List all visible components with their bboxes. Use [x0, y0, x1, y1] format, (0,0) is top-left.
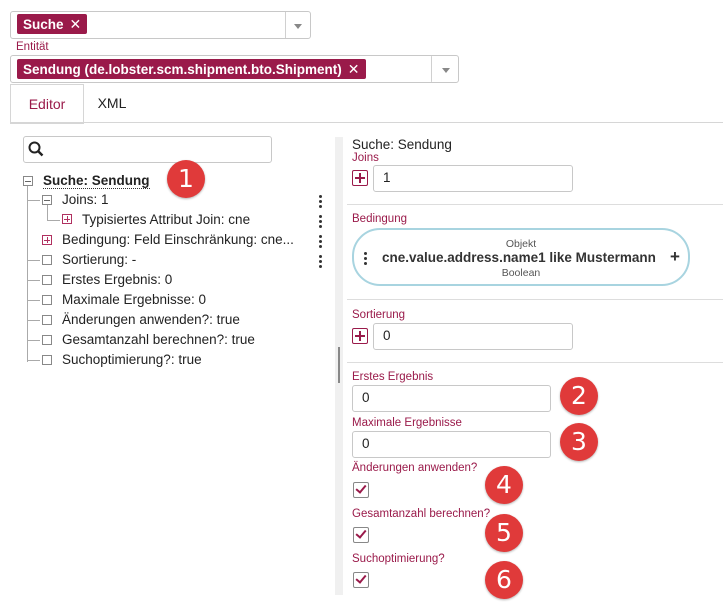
max-results-label: Maximale Ergebnisse	[352, 417, 462, 429]
count-total-checkbox[interactable]	[353, 527, 369, 543]
search-opt-label: Suchoptimierung?	[352, 553, 445, 565]
condition-result-type: Boolean	[501, 267, 541, 279]
max-results-field[interactable]: 0	[352, 431, 551, 458]
expand-icon[interactable]	[62, 214, 72, 224]
leaf-icon	[42, 315, 52, 325]
leaf-icon	[42, 275, 52, 285]
tree-item-joins[interactable]: Joins: 1	[62, 192, 109, 207]
joins-label: Joins	[352, 152, 379, 164]
expand-icon[interactable]	[42, 235, 52, 245]
add-condition-icon[interactable]: +	[670, 247, 680, 267]
tree-line	[27, 186, 28, 362]
tree-line	[28, 200, 40, 201]
tree-item-typed-join[interactable]: Typisiertes Attribut Join: cne	[82, 212, 250, 227]
apply-changes-checkbox[interactable]	[353, 482, 369, 498]
more-icon[interactable]	[319, 215, 323, 230]
more-icon[interactable]	[319, 235, 323, 250]
search-icon	[28, 141, 44, 157]
tree-item-sort[interactable]: Sortierung: -	[62, 252, 136, 267]
first-result-field[interactable]: 0	[352, 385, 551, 412]
annotation-badge-6: 6	[485, 561, 523, 599]
tree-item-apply-changes[interactable]: Änderungen anwenden?: true	[62, 312, 240, 327]
splitter-grip[interactable]	[338, 347, 340, 383]
chevron-down-icon[interactable]	[285, 12, 310, 38]
leaf-icon	[42, 335, 52, 345]
tree-line	[28, 320, 40, 321]
condition-node[interactable]: Objekt cne.value.address.name1 like Must…	[352, 228, 690, 286]
tree-line	[28, 280, 40, 281]
detail-title: Suche: Sendung	[352, 137, 452, 152]
tree-item-count-total[interactable]: Gesamtanzahl berechnen?: true	[62, 332, 255, 347]
tree-line	[28, 260, 40, 261]
entity-chip: Sendung (de.lobster.scm.shipment.bto.Shi…	[17, 59, 366, 79]
sort-label: Sortierung	[352, 309, 406, 321]
count-total-label: Gesamtanzahl berechnen?	[352, 508, 491, 520]
tree-item-first-result[interactable]: Erstes Ergebnis: 0	[62, 272, 172, 287]
select-divider	[431, 56, 432, 82]
leaf-icon	[42, 255, 52, 265]
section-divider	[347, 299, 723, 300]
tree-item-max-results[interactable]: Maximale Ergebnisse: 0	[62, 292, 206, 307]
collapse-icon[interactable]	[42, 195, 52, 205]
condition-label: Bedingung	[352, 213, 407, 225]
search-opt-checkbox[interactable]	[353, 572, 369, 588]
joins-field[interactable]: 1	[373, 165, 573, 192]
condition-expression: cne.value.address.name1 like Mustermann	[382, 250, 656, 265]
search-chip-label: Suche	[23, 17, 64, 32]
tree-item-condition[interactable]: Bedingung: Feld Einschränkung: cne...	[62, 232, 317, 247]
annotation-badge-1: 1	[167, 160, 205, 198]
condition-object-type: Objekt	[505, 238, 537, 250]
entity-label: Entität	[16, 41, 49, 53]
search-type-select[interactable]: Suche ✕	[10, 11, 311, 39]
tab-divider	[10, 122, 723, 123]
more-icon[interactable]	[364, 252, 368, 267]
tree-root[interactable]: Suche: Sendung	[43, 173, 150, 189]
section-divider	[347, 204, 723, 205]
tree-line	[28, 340, 40, 341]
annotation-badge-5: 5	[485, 514, 523, 552]
entity-select[interactable]: Sendung (de.lobster.scm.shipment.bto.Shi…	[10, 55, 459, 83]
annotation-badge-3: 3	[560, 423, 598, 461]
tab-editor-border	[10, 84, 84, 124]
collapse-icon[interactable]	[23, 176, 33, 186]
first-result-label: Erstes Ergebnis	[352, 371, 434, 383]
tree-item-search-opt[interactable]: Suchoptimierung?: true	[62, 352, 202, 367]
annotation-badge-4: 4	[485, 466, 523, 504]
tree-line	[28, 360, 40, 361]
add-sort-button[interactable]	[352, 328, 368, 344]
tree-search-input[interactable]	[23, 136, 272, 163]
search-chip: Suche ✕	[17, 14, 88, 34]
annotation-badge-2: 2	[560, 377, 598, 415]
chevron-down-icon[interactable]	[434, 56, 458, 82]
tab-xml[interactable]: XML	[82, 84, 142, 122]
leaf-icon	[42, 355, 52, 365]
tree-line	[47, 205, 48, 220]
tree-line	[28, 300, 40, 301]
add-join-button[interactable]	[352, 170, 368, 186]
more-icon[interactable]	[319, 195, 323, 210]
entity-chip-label: Sendung (de.lobster.scm.shipment.bto.Shi…	[23, 62, 342, 77]
leaf-icon	[42, 295, 52, 305]
tree-line	[47, 220, 60, 221]
apply-changes-label: Änderungen anwenden?	[352, 462, 478, 474]
remove-chip-icon[interactable]: ✕	[70, 16, 82, 32]
remove-chip-icon[interactable]: ✕	[348, 61, 360, 77]
more-icon[interactable]	[319, 255, 323, 270]
section-divider	[347, 362, 723, 363]
sort-field[interactable]: 0	[373, 323, 573, 350]
panel-splitter[interactable]	[335, 137, 343, 595]
